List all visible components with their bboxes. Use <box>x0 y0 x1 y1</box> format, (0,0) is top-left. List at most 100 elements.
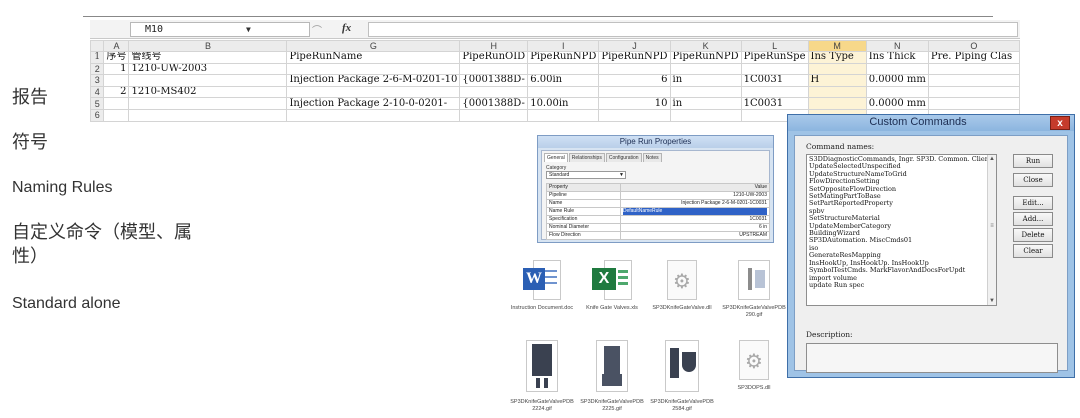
cell[interactable]: 0.0000 mm <box>865 74 929 87</box>
cell[interactable] <box>527 85 600 99</box>
cell[interactable]: 2 <box>103 85 130 99</box>
col-header-k[interactable]: K <box>669 40 742 52</box>
cell[interactable] <box>286 62 461 76</box>
file-item[interactable]: ⚙ SP3DKnifeGateValve.dll <box>645 258 719 312</box>
cell[interactable]: in <box>669 74 742 87</box>
property-value[interactable]: UPSTREAM <box>619 231 771 240</box>
property-value[interactable]: 1210-UW-2003 <box>619 191 771 200</box>
cell[interactable] <box>669 62 742 76</box>
file-item[interactable]: ⚙ SP3DOPS.dll <box>717 338 791 392</box>
cancel-formula-icon[interactable]: ⌒ <box>312 22 322 37</box>
cell[interactable] <box>527 62 600 76</box>
col-header-m[interactable]: M <box>807 40 867 52</box>
scrollbar[interactable]: ▲ ≡ ▼ <box>987 155 996 305</box>
name-box[interactable]: M10 ▼ <box>130 22 310 37</box>
formula-input[interactable] <box>368 22 1018 37</box>
file-item[interactable]: SP3DKnifeGateValvePDB 290.gif <box>717 258 791 319</box>
tab-notes[interactable]: Notes <box>642 153 662 162</box>
cell[interactable]: PipeRunNPD <box>527 51 600 64</box>
col-header-g[interactable]: G <box>286 40 461 52</box>
cell[interactable] <box>927 62 1020 76</box>
col-header-h[interactable]: H <box>459 40 529 52</box>
cell[interactable]: 管线号 <box>128 51 288 64</box>
cell[interactable] <box>927 97 1020 110</box>
row-header[interactable]: 1 <box>90 51 105 64</box>
cell[interactable]: 1210-MS402 <box>128 85 288 99</box>
command-list-item[interactable]: update Run spec <box>809 281 994 289</box>
col-header-b[interactable]: B <box>128 40 288 52</box>
tab-relationships[interactable]: Relationships <box>568 153 605 162</box>
category-select[interactable]: Standard ▼ <box>546 171 626 179</box>
row-header[interactable]: 5 <box>90 97 105 110</box>
col-header-j[interactable]: J <box>598 40 671 52</box>
clear-button[interactable]: Clear <box>1013 244 1053 258</box>
property-value[interactable]: DefaultNameRule <box>619 207 771 216</box>
chevron-up-icon[interactable]: ▲ <box>988 155 996 163</box>
close-button[interactable]: Close <box>1013 173 1053 187</box>
cell[interactable] <box>128 97 288 110</box>
add-button[interactable]: Add... <box>1013 212 1053 226</box>
cell[interactable]: PipeRunName <box>286 51 461 64</box>
cell[interactable] <box>103 108 130 122</box>
cell[interactable]: in <box>669 97 742 110</box>
property-value[interactable]: 1C0031 <box>619 215 771 224</box>
row-header[interactable]: 4 <box>90 85 105 99</box>
cell[interactable]: 0.0000 mm <box>865 97 929 110</box>
cell[interactable] <box>598 108 671 122</box>
chevron-down-icon[interactable]: ▼ <box>246 23 251 36</box>
cell[interactable] <box>459 62 529 76</box>
cell[interactable] <box>669 85 742 99</box>
cell[interactable]: 1C0031 <box>740 74 809 87</box>
row-header[interactable]: 2 <box>90 62 105 76</box>
file-item[interactable]: X Knife Gate Valves.xls <box>575 258 649 312</box>
col-header-l[interactable]: L <box>740 40 809 52</box>
cell[interactable] <box>128 74 288 87</box>
cell[interactable] <box>286 85 461 99</box>
cell[interactable] <box>740 62 809 76</box>
cell[interactable] <box>807 62 867 76</box>
cell[interactable] <box>740 85 809 99</box>
col-header-i[interactable]: I <box>527 40 600 52</box>
cell[interactable]: Injection Package 2-6-M-0201-10 <box>286 74 461 87</box>
file-item[interactable]: W Instruction Document.doc <box>505 258 579 312</box>
property-value[interactable]: Injection Package 2-6-M-0201-1C0031 <box>619 199 771 208</box>
edit-button[interactable]: Edit... <box>1013 196 1053 210</box>
cell[interactable] <box>286 108 461 122</box>
description-field[interactable] <box>806 343 1058 373</box>
cell[interactable]: 10.00in <box>527 97 600 110</box>
cell[interactable] <box>598 62 671 76</box>
cell[interactable]: 序号 <box>103 51 130 64</box>
select-all-corner[interactable] <box>90 40 105 52</box>
cell[interactable] <box>807 85 867 99</box>
name-rule-select[interactable]: DefaultNameRule <box>622 208 767 215</box>
cell[interactable]: 6 <box>598 74 671 87</box>
cell[interactable] <box>128 108 288 122</box>
command-list-item[interactable]: SP3DAutomation. MiscCmds01 <box>809 237 994 245</box>
cell[interactable]: 1C0031 <box>740 97 809 110</box>
cell[interactable] <box>865 85 929 99</box>
run-button[interactable]: Run <box>1013 154 1053 168</box>
cell[interactable]: {0001388D- <box>459 97 529 110</box>
cell[interactable]: PipeRunOID <box>459 51 529 64</box>
delete-button[interactable]: Delete <box>1013 228 1053 242</box>
cell[interactable]: Ins Thick <box>865 51 929 64</box>
cell[interactable]: 6.00in <box>527 74 600 87</box>
cell[interactable] <box>459 108 529 122</box>
cell[interactable]: Pre. Piping Clas <box>927 51 1020 64</box>
scroll-thumb[interactable]: ≡ <box>989 223 995 233</box>
insert-function-icon[interactable]: fx <box>342 22 351 34</box>
row-header[interactable]: 3 <box>90 74 105 87</box>
title-bar[interactable]: Custom Commands x <box>788 115 1074 131</box>
cell[interactable] <box>669 108 742 122</box>
cell[interactable] <box>927 85 1020 99</box>
col-header-n[interactable]: N <box>865 40 929 52</box>
cell[interactable] <box>527 108 600 122</box>
cell[interactable]: {0001388D- <box>459 74 529 87</box>
cell[interactable]: 1 <box>103 62 130 76</box>
file-item[interactable]: SP3DKnifeGateValvePDB 2584.gif <box>645 338 719 413</box>
cell[interactable]: H <box>807 74 867 87</box>
property-value[interactable]: 6 in <box>619 223 771 232</box>
cell[interactable]: 10 <box>598 97 671 110</box>
cell[interactable] <box>865 62 929 76</box>
command-list[interactable]: S3DDiagnosticCommands, Ingr. SP3D. Commo… <box>806 154 997 306</box>
